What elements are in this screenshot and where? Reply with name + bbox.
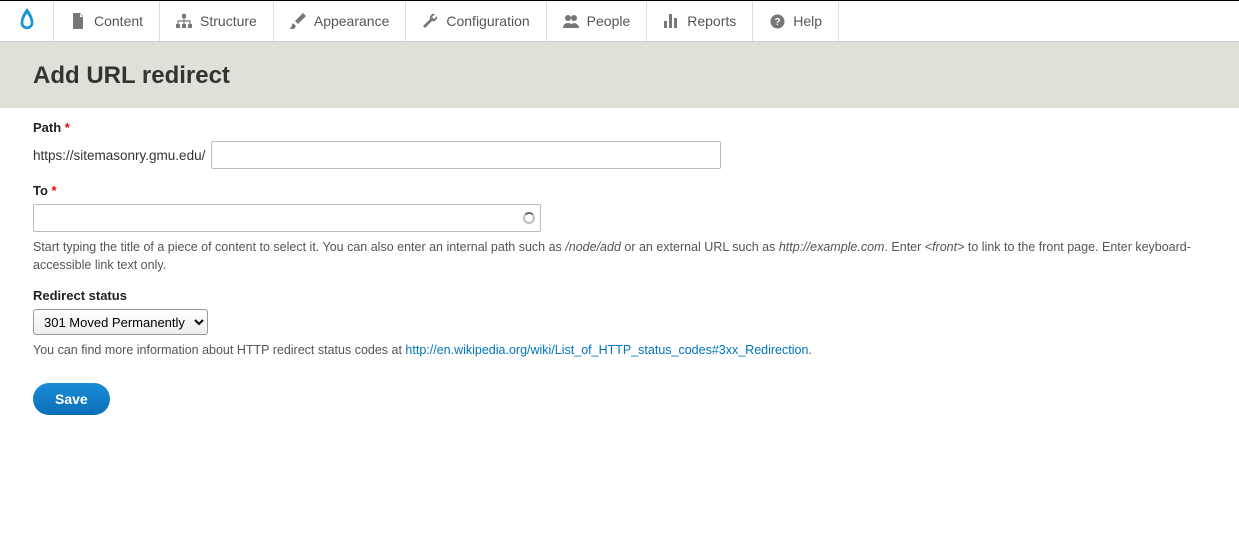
to-help-text: Start typing the title of a piece of con… (33, 238, 1206, 274)
toolbar-item-help[interactable]: ? Help (753, 1, 839, 41)
people-icon (563, 13, 579, 29)
to-label: To * (33, 183, 1206, 198)
structure-icon (176, 13, 192, 29)
wrench-icon (422, 13, 438, 29)
path-label: Path * (33, 120, 1206, 135)
form-item-redirect-status: Redirect status 301 Moved Permanently Yo… (33, 288, 1206, 359)
toolbar-item-label: Configuration (446, 13, 529, 29)
page-title: Add URL redirect (33, 62, 1214, 90)
autocomplete-throbber-icon (523, 212, 535, 224)
toolbar-item-structure[interactable]: Structure (160, 1, 274, 41)
path-input[interactable] (211, 141, 721, 169)
toolbar-item-people[interactable]: People (547, 1, 648, 41)
drupal-logo[interactable] (0, 1, 54, 41)
toolbar-item-label: Help (793, 13, 822, 29)
form-item-to: To * Start typing the title of a piece o… (33, 183, 1206, 274)
save-button[interactable]: Save (33, 383, 110, 415)
file-icon (70, 13, 86, 29)
redirect-status-select[interactable]: 301 Moved Permanently (33, 309, 208, 335)
form-content: Path * https://sitemasonry.gmu.edu/ To *… (0, 108, 1239, 445)
paintbrush-icon (290, 13, 306, 29)
admin-toolbar: Content Structure Appearance Configurati… (0, 0, 1239, 42)
http-status-codes-link[interactable]: http://en.wikipedia.org/wiki/List_of_HTT… (405, 343, 808, 357)
svg-text:?: ? (774, 17, 780, 28)
path-prefix: https://sitemasonry.gmu.edu/ (33, 148, 205, 163)
toolbar-item-label: Reports (687, 13, 736, 29)
toolbar-item-label: Appearance (314, 13, 390, 29)
toolbar-item-label: People (587, 13, 631, 29)
bar-chart-icon (663, 13, 679, 29)
toolbar-item-appearance[interactable]: Appearance (274, 1, 407, 41)
required-mark: * (52, 183, 57, 198)
to-input[interactable] (33, 204, 541, 232)
redirect-status-help-text: You can find more information about HTTP… (33, 341, 1206, 359)
redirect-status-label: Redirect status (33, 288, 1206, 303)
toolbar-item-configuration[interactable]: Configuration (406, 1, 546, 41)
toolbar-item-content[interactable]: Content (54, 1, 160, 41)
toolbar-item-reports[interactable]: Reports (647, 1, 753, 41)
toolbar-item-label: Structure (200, 13, 257, 29)
page-header: Add URL redirect (0, 42, 1239, 108)
toolbar-item-label: Content (94, 13, 143, 29)
drupal-icon (16, 8, 38, 34)
form-item-path: Path * https://sitemasonry.gmu.edu/ (33, 120, 1206, 169)
help-icon: ? (769, 13, 785, 29)
required-mark: * (65, 120, 70, 135)
